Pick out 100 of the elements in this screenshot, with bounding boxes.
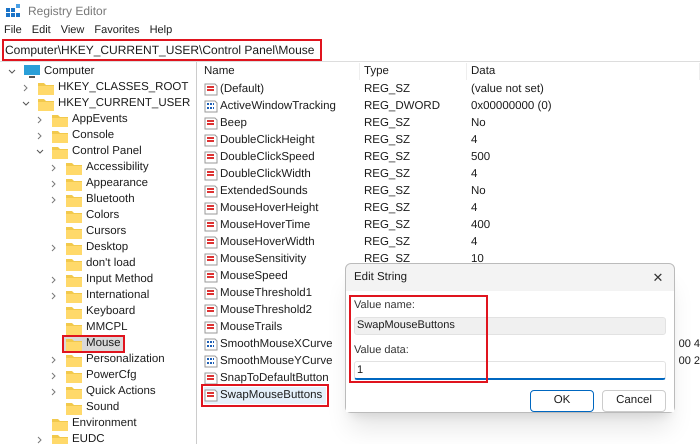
menu-item[interactable]: Help (150, 22, 172, 38)
tree-item[interactable]: Cursors (62, 223, 130, 241)
value-name[interactable]: MouseHoverHeight (204, 200, 322, 217)
table-cell-text: No (471, 116, 486, 131)
tree-item[interactable]: International (62, 287, 154, 305)
computer-icon (24, 65, 40, 79)
chevron-right-icon[interactable] (51, 372, 57, 380)
chevron-right-icon[interactable] (51, 356, 57, 364)
table-cell-text: 00 4 (678, 337, 700, 352)
menu-item[interactable]: Favorites (94, 22, 140, 38)
menu-item[interactable]: View (60, 22, 84, 38)
chevron-down-icon[interactable] (36, 149, 44, 155)
chevron-right-icon[interactable] (37, 132, 43, 140)
tree-item[interactable]: Console (48, 127, 118, 145)
value-name[interactable]: MouseThreshold1 (204, 285, 316, 302)
string-value-icon (204, 270, 218, 283)
tree-item[interactable]: Accessibility (62, 159, 153, 177)
column-header[interactable]: Data (467, 62, 700, 80)
chevron-down-icon[interactable] (8, 69, 16, 75)
table-cell-text: 4 (471, 234, 478, 250)
value-name[interactable]: DoubleClickSpeed (204, 149, 319, 166)
value-name[interactable]: DoubleClickHeight (204, 132, 319, 149)
tree-item[interactable]: Input Method (62, 271, 158, 289)
value-name[interactable]: MouseTrails (204, 319, 286, 336)
folder-icon (66, 274, 82, 286)
string-value-icon (204, 117, 218, 130)
value-name-field[interactable]: SwapMouseButtons (354, 316, 666, 334)
value-name[interactable]: SmoothMouseXCurve (204, 336, 336, 353)
table-cell-text: REG_SZ (363, 184, 412, 199)
tree-item[interactable]: Mouse (62, 335, 125, 353)
value-name[interactable]: Beep (204, 115, 251, 132)
value-name[interactable]: (Default) (204, 81, 268, 98)
tree-item[interactable]: Control Panel (48, 143, 146, 161)
table-cell-text: 10 (471, 252, 484, 267)
string-value-icon (204, 372, 218, 385)
dialog-button[interactable]: OK (530, 390, 594, 412)
tree-item[interactable]: Sound (62, 399, 124, 417)
chevron-right-icon[interactable] (37, 436, 43, 444)
value-name[interactable]: MouseHoverWidth (204, 234, 319, 251)
menu-item[interactable]: File (4, 22, 22, 38)
string-value-icon (204, 304, 218, 317)
close-button[interactable]: ✕ (648, 268, 668, 288)
chevron-down-icon[interactable] (22, 101, 30, 107)
chevron-right-icon[interactable] (51, 388, 57, 396)
tree-item[interactable]: Desktop (62, 239, 132, 257)
value-name[interactable]: SmoothMouseYCurve (204, 353, 336, 370)
value-name[interactable]: MouseSpeed (204, 268, 292, 285)
value-name[interactable]: DoubleClickWidth (204, 166, 315, 183)
tree-item[interactable]: HKEY_CLASSES_ROOT (34, 79, 192, 97)
tree-item[interactable]: Bluetooth (62, 191, 139, 209)
column-header[interactable]: Name (200, 62, 360, 80)
value-name[interactable]: SnapToDefaultButton (204, 370, 333, 387)
address-bar[interactable]: Computer\HKEY_CURRENT_USER\Control Panel\Mouse (2, 38, 322, 60)
column-header[interactable]: Type (360, 62, 467, 80)
value-name[interactable]: ActiveWindowTracking (204, 98, 340, 115)
string-value-icon (204, 236, 218, 249)
binary-value-icon (204, 100, 218, 113)
value-name[interactable]: MouseHoverTime (204, 217, 314, 234)
dialog-button[interactable]: Cancel (602, 390, 666, 412)
chevron-right-icon[interactable] (37, 116, 43, 124)
tree-item[interactable]: HKEY_CURRENT_USER (34, 95, 194, 113)
table-cell-text: 4 (471, 166, 478, 182)
chevron-right-icon[interactable] (51, 180, 57, 188)
tree-item[interactable]: Personalization (62, 351, 169, 369)
field-label: Value name: (354, 298, 416, 313)
folder-icon (66, 290, 82, 302)
string-value-icon (204, 321, 218, 334)
tree-item[interactable]: MMCPL (62, 319, 132, 337)
tree-item[interactable]: Quick Actions (62, 383, 160, 401)
table-cell-text: REG_DWORD (363, 98, 442, 114)
tree-item[interactable]: Environment (48, 415, 141, 433)
chevron-right-icon[interactable] (23, 84, 29, 92)
chevron-right-icon[interactable] (51, 164, 57, 172)
value-name[interactable]: ExtendedSounds (204, 183, 312, 200)
tree-item[interactable]: PowerCfg (62, 367, 140, 385)
chevron-right-icon[interactable] (51, 292, 57, 300)
value-name[interactable]: MouseThreshold2 (204, 302, 316, 319)
value-name[interactable]: SwapMouseButtons (204, 387, 326, 404)
tree-item[interactable]: Computer (20, 63, 98, 81)
folder-icon (66, 162, 82, 174)
folder-icon (66, 242, 82, 254)
tree-item[interactable]: EUDC (48, 431, 109, 444)
tree-item[interactable]: AppEvents (48, 111, 132, 129)
table-cell-text: 0x00000000 (0) (471, 98, 552, 114)
field-label: Value data: (354, 342, 410, 358)
tree-item[interactable]: don't load (62, 255, 140, 273)
chevron-right-icon[interactable] (51, 276, 57, 284)
table-cell-text: REG_SZ (363, 218, 412, 233)
string-value-icon (204, 287, 218, 300)
tree-item[interactable]: Keyboard (62, 303, 140, 321)
value-name[interactable]: MouseSensitivity (204, 251, 310, 268)
tree-item[interactable]: Appearance (62, 175, 152, 193)
chevron-right-icon[interactable] (51, 244, 57, 252)
chevron-right-icon[interactable] (51, 196, 57, 204)
tree-item[interactable]: Colors (62, 207, 124, 225)
value-data-field[interactable]: 1 (354, 361, 666, 380)
folder-icon (52, 434, 68, 444)
string-value-icon (204, 83, 218, 96)
menu-item[interactable]: Edit (32, 22, 51, 38)
string-value-icon (204, 134, 218, 147)
